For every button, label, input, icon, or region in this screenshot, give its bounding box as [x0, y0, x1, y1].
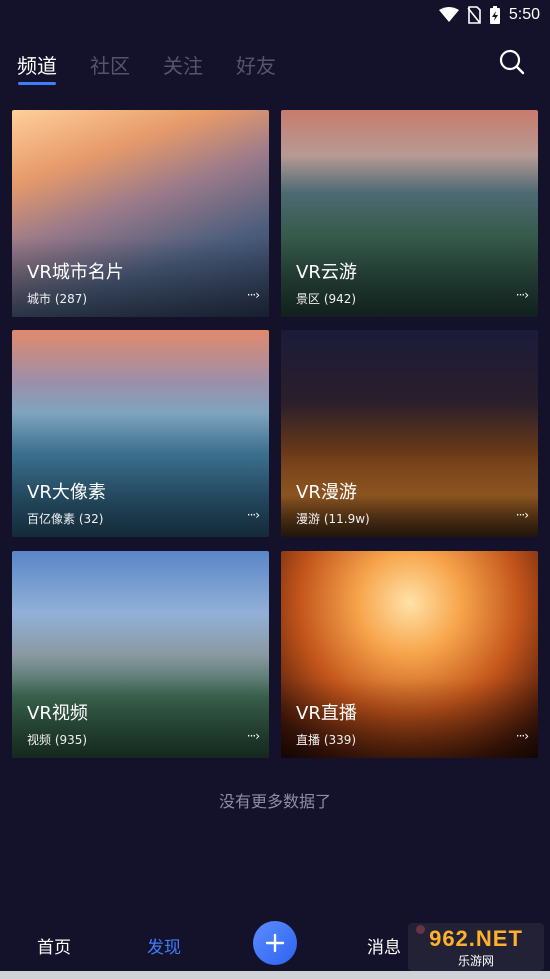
more-icon[interactable]: ···›: [516, 729, 529, 743]
channel-subtitle: 漫游 (11.9w): [296, 512, 370, 526]
channel-title: VR云游: [296, 262, 357, 283]
channel-title: VR漫游: [296, 482, 357, 503]
channel-card-video[interactable]: VR视频 视频 (935) ···›: [12, 551, 269, 758]
site-watermark-logo: 962.NET 乐游网: [408, 923, 544, 971]
plus-icon: [265, 933, 285, 953]
status-icons: 5:50: [438, 5, 540, 25]
tab-channels[interactable]: 频道: [17, 50, 57, 79]
tab-following[interactable]: 关注: [163, 50, 203, 79]
status-bar: 5:50: [0, 0, 550, 32]
channel-subtitle: 城市 (287): [27, 292, 88, 306]
channel-card-roaming[interactable]: VR漫游 漫游 (11.9w) ···›: [281, 330, 538, 537]
top-tab-bar: 频道 社区 关注 好友: [0, 46, 550, 90]
system-dock-strip: [0, 971, 550, 979]
more-icon[interactable]: ···›: [247, 288, 260, 302]
channel-subtitle: 景区 (942): [296, 292, 357, 306]
no-sim-icon: [467, 6, 481, 24]
channel-title: VR直播: [296, 703, 357, 724]
more-icon[interactable]: ···›: [247, 508, 260, 522]
channel-card-live[interactable]: VR直播 直播 (339) ···›: [281, 551, 538, 758]
search-icon[interactable]: [498, 48, 526, 76]
channel-title: VR大像素: [27, 482, 106, 503]
more-icon[interactable]: ···›: [516, 508, 529, 522]
tab-community[interactable]: 社区: [90, 50, 130, 79]
more-icon[interactable]: ···›: [516, 288, 529, 302]
nav-home[interactable]: 首页: [37, 933, 71, 958]
channel-card-cloud-tour[interactable]: VR云游 景区 (942) ···›: [281, 110, 538, 317]
add-button[interactable]: [253, 921, 297, 965]
wifi-icon: [438, 7, 459, 22]
no-more-data-text: 没有更多数据了: [218, 792, 331, 811]
watermark-name: 乐游网: [457, 953, 494, 968]
status-time: 5:50: [508, 6, 540, 23]
channel-card-city[interactable]: VR城市名片 城市 (287) ···›: [12, 110, 269, 317]
bottom-nav: 首页 发现 消息 962.NET 乐游网: [0, 905, 550, 979]
nav-discover[interactable]: 发现: [147, 933, 181, 958]
battery-charging-icon: [489, 6, 500, 24]
channel-title: VR视频: [27, 703, 88, 724]
channel-title: VR城市名片: [27, 262, 124, 283]
channel-subtitle: 视频 (935): [27, 733, 88, 747]
nav-messages[interactable]: 消息: [367, 933, 401, 958]
channel-card-gigapixel[interactable]: VR大像素 百亿像素 (32) ···›: [12, 330, 269, 537]
more-icon[interactable]: ···›: [247, 729, 260, 743]
channel-subtitle: 百亿像素 (32): [27, 512, 104, 526]
watermark-brand: 962.NET: [429, 925, 523, 951]
tab-friends[interactable]: 好友: [236, 50, 276, 79]
active-tab-indicator: [18, 82, 56, 85]
channel-subtitle: 直播 (339): [296, 733, 357, 747]
